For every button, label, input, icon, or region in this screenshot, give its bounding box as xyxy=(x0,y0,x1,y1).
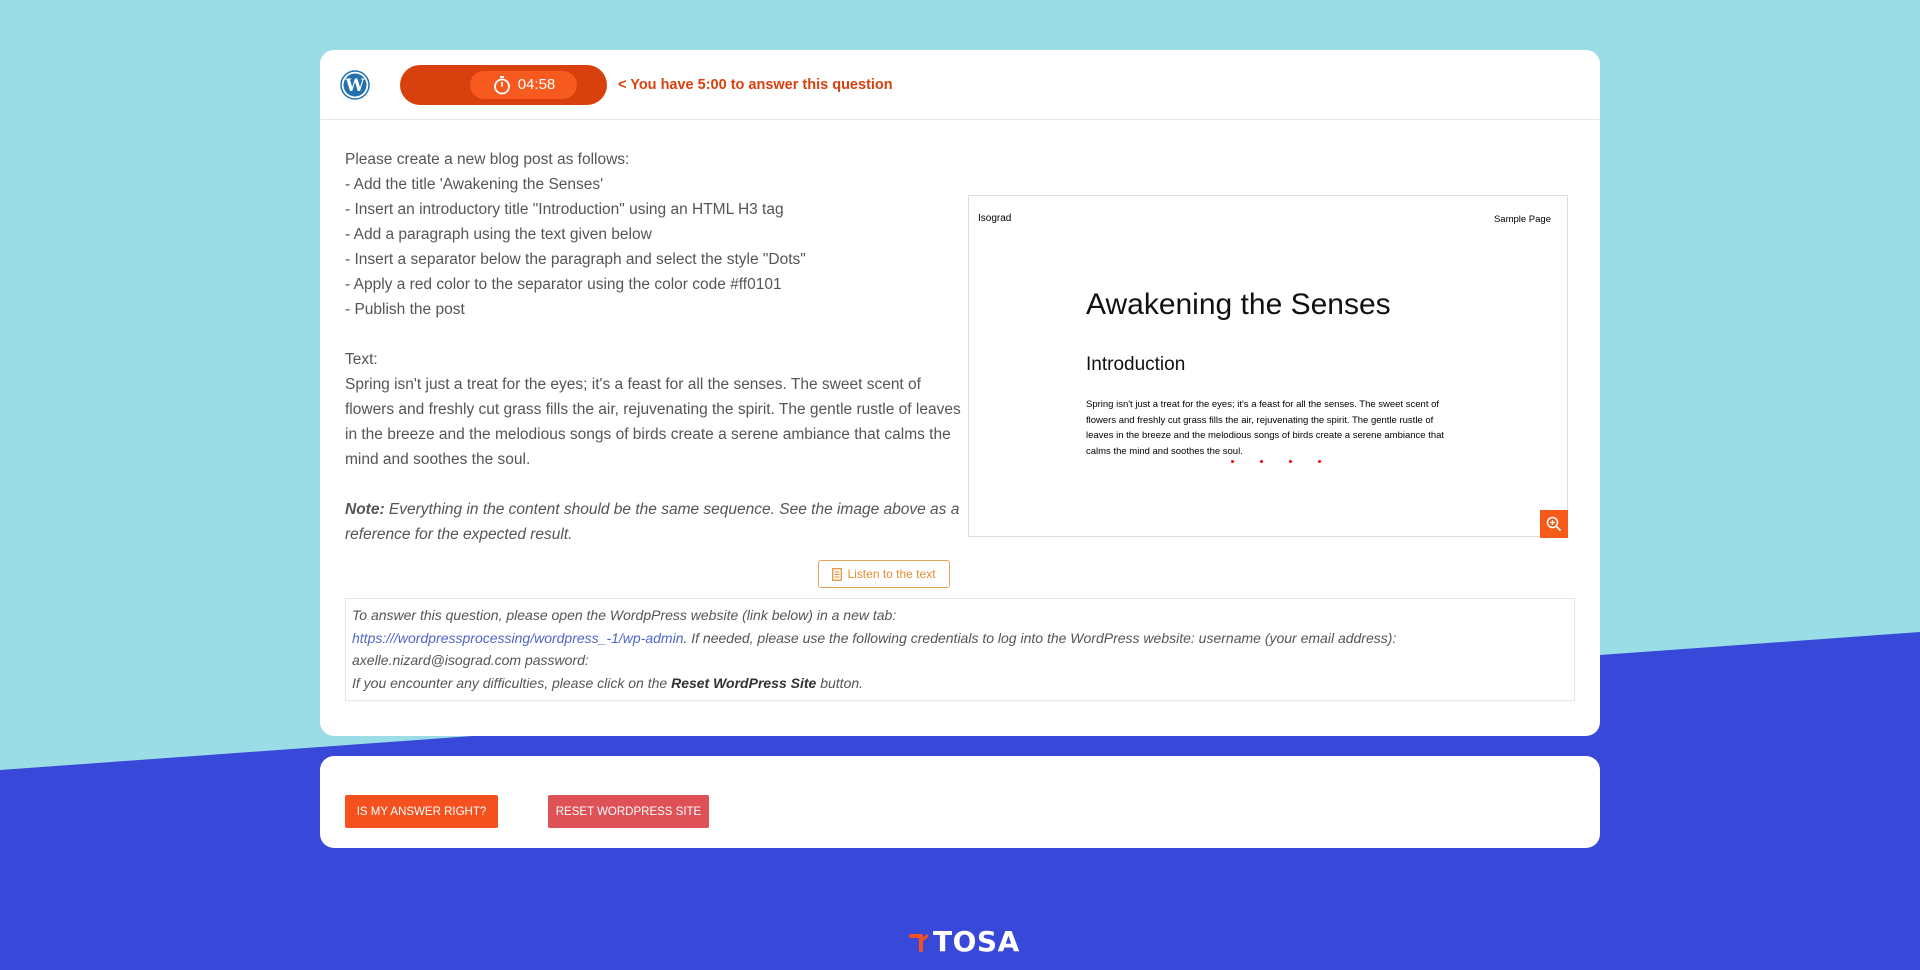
tosa-logo: TOSA xyxy=(909,925,1020,958)
stopwatch-icon xyxy=(493,75,510,94)
instructions-block: Please create a new blog post as follows… xyxy=(345,147,965,547)
note-text: Note: Everything in the content should b… xyxy=(345,497,965,547)
preview-site-name: Isograd xyxy=(978,213,1012,224)
preview-paragraph: Spring isn't just a treat for the eyes; … xyxy=(1086,399,1445,457)
info-line: https:///wordpressprocessing/wordpress_-… xyxy=(352,627,1568,650)
question-header: W 04:58 < You have 5:00 to answer this q… xyxy=(320,50,1600,120)
listen-to-text-button[interactable]: Listen to the text xyxy=(818,560,950,588)
separator-dot xyxy=(1318,460,1321,463)
timer-display: 04:58 xyxy=(470,70,577,99)
info-line: axelle.nizard@isograd.com password: xyxy=(352,652,589,668)
credentials-text: . If needed, please use the following cr… xyxy=(683,629,1397,646)
wordpress-access-info: To answer this question, please open the… xyxy=(345,598,1575,701)
listen-label: Listen to the text xyxy=(847,567,936,581)
question-card: W 04:58 < You have 5:00 to answer this q… xyxy=(320,50,1600,736)
reset-hint-text: If you encounter any difficulties, pleas… xyxy=(352,674,672,691)
info-line: If you encounter any difficulties, pleas… xyxy=(352,672,1568,695)
instruction-line: - Publish the post xyxy=(345,301,465,318)
separator-dot xyxy=(1260,460,1263,463)
wp-admin-link[interactable]: https:///wordpressprocessing/wordpress_-… xyxy=(352,630,683,646)
instruction-line: - Add the title 'Awakening the Senses' xyxy=(345,176,604,193)
expected-result-image: Isograd Sample Page Awakening the Senses… xyxy=(968,195,1568,537)
instruction-line: - Apply a red color to the separator usi… xyxy=(345,276,782,293)
tosa-mark-icon xyxy=(909,933,929,952)
preview-heading: Introduction xyxy=(1086,354,1186,375)
note-body: Everything in the content should be the … xyxy=(345,501,960,543)
preview-nav-link: Sample Page xyxy=(1493,214,1551,225)
instruction-line: - Add a paragraph using the text given b… xyxy=(345,226,652,243)
instruction-line: - Insert a separator below the paragraph… xyxy=(345,251,806,268)
preview-post-title: Awakening the Senses xyxy=(1086,288,1391,321)
reset-hint-end: button. xyxy=(816,674,864,691)
source-text: Spring isn't just a treat for the eyes; … xyxy=(345,376,961,468)
preview-separator-dots xyxy=(1231,460,1321,466)
separator-dot xyxy=(1289,460,1292,463)
reset-wordpress-button[interactable]: RESET WORDPRESS SITE xyxy=(548,795,709,828)
zoom-image-button[interactable] xyxy=(1540,510,1568,538)
wordpress-logo-icon: W xyxy=(340,69,370,100)
tosa-brand-text: TOSA xyxy=(933,925,1020,958)
instruction-line: Please create a new blog post as follows… xyxy=(345,151,630,168)
time-limit-note: < You have 5:00 to answer this question xyxy=(618,76,893,93)
svg-text:W: W xyxy=(344,76,365,96)
check-answer-button[interactable]: IS MY ANSWER RIGHT? xyxy=(345,795,498,828)
separator-dot xyxy=(1231,460,1234,463)
note-label: Note: xyxy=(345,501,385,518)
info-line: To answer this question, please open the… xyxy=(352,607,897,623)
timer-value: 04:58 xyxy=(517,76,556,93)
text-label: Text: xyxy=(345,351,378,368)
zoom-in-icon xyxy=(1546,516,1562,532)
actions-card: IS MY ANSWER RIGHT? RESET WORDPRESS SITE xyxy=(320,756,1600,848)
reset-hint-bold: Reset WordPress Site xyxy=(671,674,817,691)
instruction-line: - Insert an introductory title "Introduc… xyxy=(345,201,784,218)
audio-file-icon xyxy=(832,567,843,581)
timer-pill: 04:58 xyxy=(400,64,607,105)
